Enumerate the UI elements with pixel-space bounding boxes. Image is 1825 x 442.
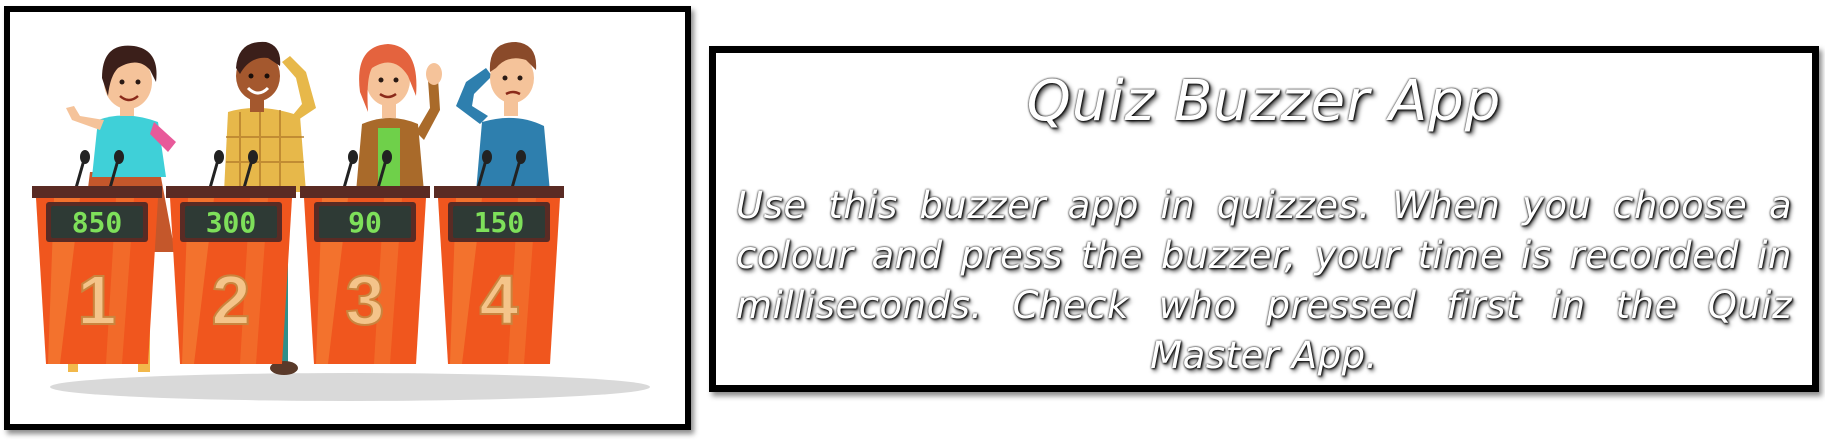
podium-number-1: 1 <box>78 261 117 339</box>
app-description: Use this buzzer app in quizzes. When you… <box>736 184 1792 377</box>
podium-number-2: 2 <box>212 261 251 339</box>
podium-number-3: 3 <box>346 261 385 339</box>
podium-number-4: 4 <box>480 261 519 339</box>
floor-shadow <box>50 373 650 401</box>
podium-score-3: 90 <box>348 206 382 239</box>
quiz-show-scene: 850 1 300 2 90 3 150 4 <box>32 41 650 401</box>
podium-score-4: 150 <box>474 206 525 239</box>
podium-score-2: 300 <box>206 206 257 239</box>
contestant-3 <box>356 44 442 192</box>
app-info-panel: Quiz Buzzer App Use this buzzer app in q… <box>709 46 1819 392</box>
screen: 850 1 300 2 90 3 150 4 Quiz Buzzer App Use this… <box>0 0 1825 442</box>
app-title: Quiz Buzzer App <box>1026 69 1502 134</box>
contestant-4 <box>456 42 550 192</box>
quiz-show-illustration: 850 1 300 2 90 3 150 4 <box>4 6 691 430</box>
podium-score-1: 850 <box>72 206 123 239</box>
